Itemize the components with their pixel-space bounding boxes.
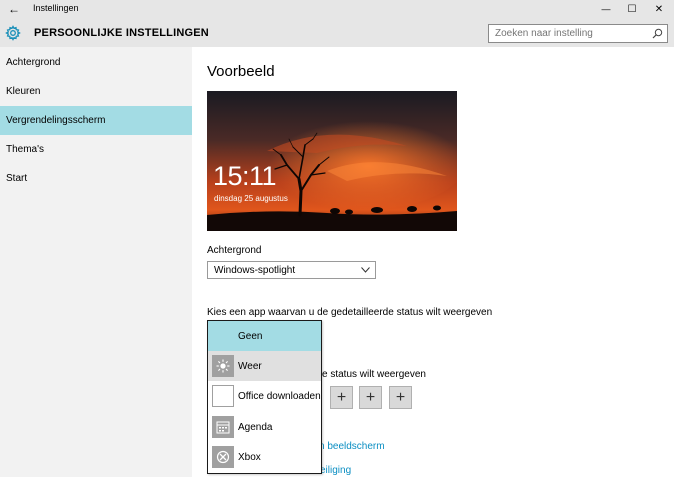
sidebar-item-label: Achtergrond [6, 57, 61, 68]
dropdown-option-weer[interactable]: Weer [208, 351, 321, 381]
sidebar-item-themas[interactable]: Thema's [0, 135, 192, 164]
sidebar-item-achtergrond[interactable]: Achtergrond [0, 48, 192, 77]
sidebar-item-label: Thema's [6, 144, 45, 155]
page-title: PERSOONLIJKE INSTELLINGEN [34, 27, 209, 39]
search-input[interactable] [489, 25, 649, 42]
lock-screen-preview: 15:11 dinsdag 25 augustus [207, 91, 457, 231]
office-tile-icon [212, 385, 234, 407]
sidebar: Achtergrond Kleuren Vergrendelingsscherm… [0, 47, 192, 477]
calendar-icon [212, 416, 234, 438]
dropdown-option-xbox[interactable]: Xbox [208, 442, 321, 472]
background-label: Achtergrond [207, 245, 262, 256]
quick-status-label: e status wilt weergeven [322, 369, 426, 380]
weather-sun-icon [212, 355, 234, 377]
detailed-status-label: Kies een app waarvan u de gedetailleerde… [207, 307, 493, 318]
preview-clock: 15:11 [213, 161, 277, 191]
minimize-button[interactable]: — [593, 0, 619, 18]
dropdown-option-office[interactable]: Office downloaden [208, 381, 321, 411]
dropdown-option-label: Xbox [238, 451, 261, 463]
dropdown-option-label: Agenda [238, 421, 273, 433]
search-box[interactable] [488, 24, 668, 43]
dropdown-option-agenda[interactable]: Agenda [208, 412, 321, 442]
sidebar-item-vergrendelingsscherm[interactable]: Vergrendelingsscherm [0, 106, 192, 135]
plus-icon: + [336, 388, 347, 406]
xbox-icon [212, 446, 234, 468]
sidebar-item-start[interactable]: Start [0, 164, 192, 193]
screensaver-link[interactable]: eiliging [320, 465, 351, 476]
app-picker-dropdown: Geen Weer Office downloaden Agenda Xbox [207, 320, 322, 474]
settings-header: PERSOONLIJKE INSTELLINGEN [0, 18, 674, 47]
maximize-icon: ☐ [627, 3, 637, 15]
dropdown-option-label: Weer [238, 360, 262, 372]
screen-timeout-link[interactable]: n beeldscherm [319, 441, 385, 452]
close-icon: ✕ [654, 3, 664, 15]
background-select[interactable]: Windows-spotlight [207, 261, 376, 279]
background-select-value: Windows-spotlight [214, 265, 296, 276]
preview-date: dinsdag 25 augustus [214, 194, 288, 203]
plus-icon: + [365, 388, 376, 406]
sidebar-item-label: Start [6, 173, 28, 184]
quick-status-add-button[interactable]: + [359, 386, 382, 409]
title-bar: ← Instellingen — ☐ ✕ [0, 0, 674, 18]
gear-icon [5, 25, 21, 41]
app-title: Instellingen [33, 3, 79, 13]
chevron-down-icon [361, 267, 370, 273]
minimize-icon: — [601, 4, 611, 14]
maximize-button[interactable]: ☐ [619, 0, 645, 18]
preview-heading: Voorbeeld [207, 63, 275, 80]
dropdown-option-label: Office downloaden [238, 390, 321, 402]
dropdown-option-geen[interactable]: Geen [208, 321, 321, 351]
sidebar-item-kleuren[interactable]: Kleuren [0, 77, 192, 106]
back-arrow-icon: ← [8, 2, 20, 16]
close-button[interactable]: ✕ [646, 0, 672, 18]
sidebar-item-label: Vergrendelingsscherm [6, 115, 106, 126]
sidebar-item-label: Kleuren [6, 86, 41, 97]
plus-icon: + [395, 388, 406, 406]
back-button[interactable]: ← [6, 1, 22, 17]
quick-status-add-button[interactable]: + [389, 386, 412, 409]
quick-status-add-button[interactable]: + [330, 386, 353, 409]
search-icon[interactable] [652, 28, 663, 39]
dropdown-option-label: Geen [238, 330, 263, 342]
